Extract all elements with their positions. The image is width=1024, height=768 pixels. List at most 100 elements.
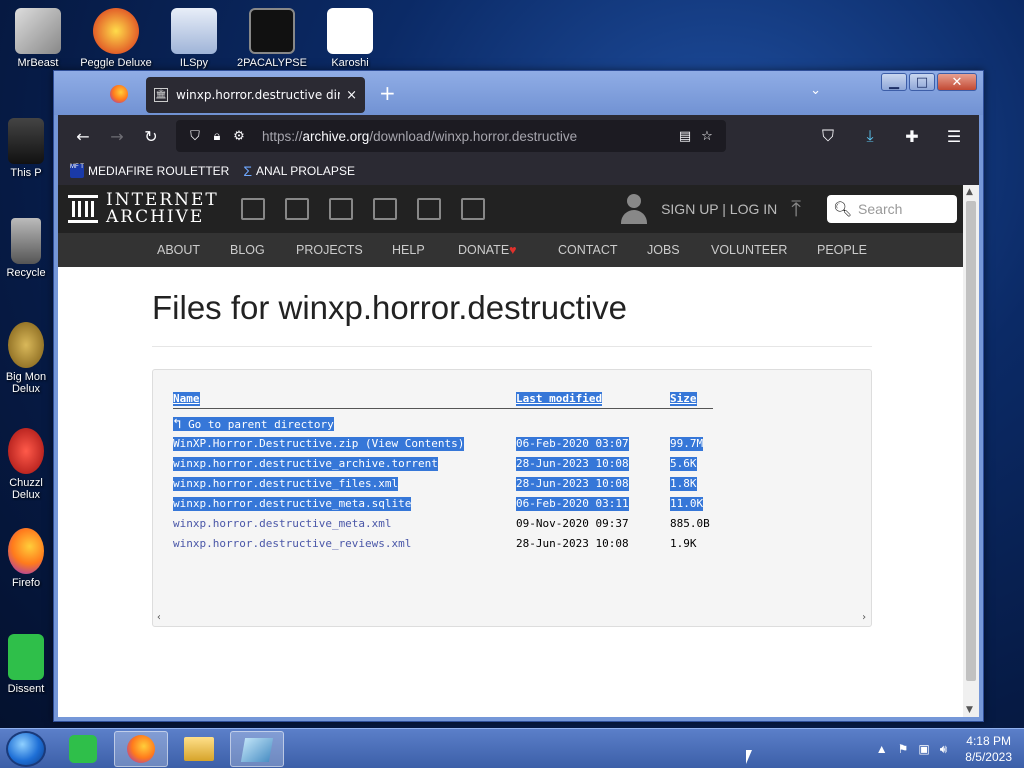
- bookmark-mediafire[interactable]: MF T MEDIAFIRE ROULETTER: [70, 164, 229, 178]
- firefox-icon[interactable]: [110, 85, 128, 103]
- desktop-icon-peggle[interactable]: Peggle Deluxe: [78, 8, 154, 69]
- signup-login-link[interactable]: SIGN UP | LOG IN: [661, 201, 777, 217]
- file-modified: 28-Jun-2023 10:08: [516, 457, 629, 471]
- tab-close-icon[interactable]: ×: [346, 88, 357, 103]
- file-name-link[interactable]: WinXP.Horror.Destructive.zip (View Conte…: [173, 437, 465, 451]
- list-tabs-icon[interactable]: ⌄: [810, 83, 821, 98]
- menu-people[interactable]: PEOPLE: [817, 243, 867, 257]
- taskbar-app[interactable]: [230, 731, 284, 767]
- window-controls: ▁ □ ✕: [881, 73, 977, 91]
- scroll-down-icon[interactable]: ▼: [966, 705, 973, 715]
- pocket-icon[interactable]: ⛉: [811, 121, 845, 151]
- minimize-button[interactable]: ▁: [881, 73, 907, 91]
- address-bar[interactable]: ⛉ 🔒︎ ⚙ https://archive.org/download/winx…: [176, 120, 726, 152]
- mediafire-icon: MF T: [70, 164, 84, 178]
- software-icon[interactable]: [416, 198, 441, 220]
- desktop-icon-dissent[interactable]: Dissent: [0, 634, 52, 695]
- search-input[interactable]: 🔍︎ Search: [827, 195, 957, 223]
- menu-blog[interactable]: BLOG: [230, 243, 265, 257]
- lock-icon[interactable]: 🔒︎: [206, 129, 228, 144]
- desktop-icon-ilspy[interactable]: ILSpy: [156, 8, 232, 69]
- avatar-icon[interactable]: [621, 194, 648, 224]
- vertical-scrollbar[interactable]: ▲ ▼: [963, 185, 979, 717]
- shield-icon[interactable]: ⛉: [184, 129, 206, 144]
- menu-contact[interactable]: CONTACT: [558, 243, 618, 257]
- column-size-header[interactable]: Size: [670, 392, 697, 406]
- file-listing: Name Last modified Size ↰ Go to parent d…: [152, 369, 872, 627]
- flag-icon[interactable]: ⚑: [898, 742, 909, 756]
- desktop-icon-chuzzle[interactable]: Chuzzl Delux: [0, 428, 52, 501]
- column-name-header[interactable]: Name: [173, 392, 200, 406]
- url-text[interactable]: https://archive.org/download/winxp.horro…: [262, 129, 674, 144]
- bookmarks-toolbar: MF T MEDIAFIRE ROULETTER Σ ANAL PROLAPSE: [58, 157, 979, 185]
- tab-archive[interactable]: 🏛 winxp.horror.destructive directory ×: [146, 77, 365, 113]
- menu-jobs[interactable]: JOBS: [647, 243, 680, 257]
- clock[interactable]: 4:18 PM 8/5/2023: [965, 733, 1012, 765]
- desktop-icon-this-pc[interactable]: This P: [0, 118, 52, 179]
- menu-about[interactable]: ABOUT: [157, 243, 200, 257]
- file-modified: 06-Feb-2020 03:11: [516, 497, 629, 511]
- title-bar: 🏛 winxp.horror.destructive directory × +…: [54, 71, 983, 115]
- desktop-icon-mrbeast[interactable]: MrBeast: [0, 8, 76, 69]
- web-icon[interactable]: [240, 198, 265, 220]
- column-modified-header[interactable]: Last modified: [516, 392, 603, 406]
- extensions-icon[interactable]: ✚: [895, 121, 929, 151]
- start-button[interactable]: [6, 731, 46, 767]
- images-icon[interactable]: [460, 198, 485, 220]
- reload-button[interactable]: ↻: [134, 121, 168, 151]
- parent-directory-link[interactable]: ↰ Go to parent directory: [173, 417, 334, 431]
- browser-window: 🏛 winxp.horror.destructive directory × +…: [53, 70, 984, 722]
- desktop-icon-karoshi[interactable]: Karoshi: [312, 8, 388, 69]
- taskbar-firefox[interactable]: [114, 731, 168, 767]
- forward-button[interactable]: →: [100, 121, 134, 151]
- menu-projects[interactable]: PROJECTS: [296, 243, 363, 257]
- desktop-icon-firefox[interactable]: Firefo: [0, 528, 52, 589]
- menu-icon[interactable]: ☰: [937, 121, 971, 151]
- volume-icon[interactable]: 🔊︎: [940, 742, 948, 757]
- scroll-up-icon[interactable]: ▲: [966, 187, 973, 197]
- recycle-bin-icon: [11, 218, 41, 264]
- ia-header: INTERNET ARCHIVE SIGN UP | LOG IN ⤒ 🔍︎ S…: [58, 185, 963, 233]
- menu-donate[interactable]: DONATE♥: [458, 243, 517, 257]
- bookmark-star-icon[interactable]: ☆: [696, 129, 718, 144]
- maximize-button[interactable]: □: [909, 73, 935, 91]
- desktop-icon-big-money[interactable]: Big Mon Delux: [0, 322, 52, 395]
- reader-view-icon[interactable]: ▤: [674, 129, 696, 144]
- network-icon[interactable]: ▣: [918, 742, 929, 756]
- scroll-thumb[interactable]: [966, 201, 976, 681]
- file-name-link[interactable]: winxp.horror.destructive_reviews.xml: [173, 537, 411, 551]
- karoshi-icon: [327, 8, 373, 54]
- show-hidden-icon[interactable]: ▲: [876, 742, 888, 756]
- dissent-icon: [69, 735, 97, 763]
- file-modified: 06-Feb-2020 03:07: [516, 437, 629, 451]
- video-icon[interactable]: [328, 198, 353, 220]
- file-name-link[interactable]: winxp.horror.destructive_meta.xml: [173, 517, 392, 531]
- downloads-icon[interactable]: ⤓: [853, 121, 887, 151]
- bookmark-second[interactable]: Σ ANAL PROLAPSE: [243, 163, 355, 179]
- desktop-icon-recycle[interactable]: Recycle: [0, 218, 52, 279]
- new-tab-button[interactable]: +: [379, 81, 396, 105]
- back-button[interactable]: ←: [66, 121, 100, 151]
- file-name-link[interactable]: winxp.horror.destructive_meta.sqlite: [173, 497, 412, 511]
- audio-icon[interactable]: [372, 198, 397, 220]
- chuzzle-icon: [8, 428, 44, 474]
- desktop-icon-2pacalypse[interactable]: 2PACALYPSE: [234, 8, 310, 69]
- taskbar-explorer[interactable]: [172, 731, 226, 767]
- file-name-link[interactable]: winxp.horror.destructive_files.xml: [173, 477, 399, 491]
- menu-help[interactable]: HELP: [392, 243, 425, 257]
- taskbar: ▲ ⚑ ▣ 🔊︎ 4:18 PM 8/5/2023: [0, 728, 1024, 768]
- taskbar-dissent[interactable]: [56, 731, 110, 767]
- texts-icon[interactable]: [284, 198, 309, 220]
- scroll-right-icon[interactable]: ›: [861, 612, 867, 623]
- ia-logo[interactable]: INTERNET ARCHIVE: [68, 192, 219, 226]
- scroll-left-icon[interactable]: ‹: [156, 612, 162, 623]
- upload-icon[interactable]: ⤒: [791, 196, 801, 222]
- menu-volunteer[interactable]: VOLUNTEER: [711, 243, 787, 257]
- file-name-link[interactable]: winxp.horror.destructive_archive.torrent: [173, 457, 438, 471]
- permissions-icon[interactable]: ⚙: [228, 129, 250, 144]
- horizontal-scrollbar[interactable]: ‹ ›: [153, 612, 871, 626]
- page-content: INTERNET ARCHIVE SIGN UP | LOG IN ⤒ 🔍︎ S…: [58, 185, 979, 717]
- window-app-icon: [240, 738, 274, 762]
- close-button[interactable]: ✕: [937, 73, 977, 91]
- file-size: 5.6K: [670, 457, 697, 471]
